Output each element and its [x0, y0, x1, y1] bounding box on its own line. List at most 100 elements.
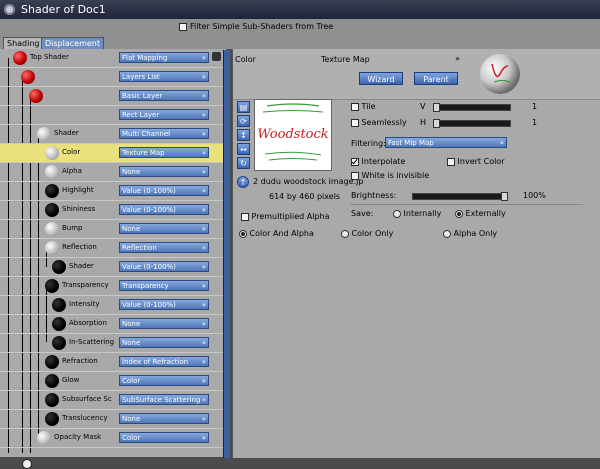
top-bar: Filter Simple Sub-Shaders from Tree Shad…: [0, 19, 600, 50]
filter-simple-subshaders[interactable]: Filter Simple Sub-Shaders from Tree: [179, 22, 333, 31]
shader-type-dropdown[interactable]: Value (0-100%)»: [119, 185, 209, 196]
tree-row-top-shader[interactable]: Top Shader Flat Mapping»: [0, 49, 226, 68]
window-menu-icon[interactable]: [4, 4, 15, 15]
reload-icon[interactable]: ⟳: [237, 115, 250, 127]
tree-row-highlight[interactable]: Highlight Value (0-100%)»: [0, 182, 226, 201]
tree-row-label: Bump: [62, 224, 83, 232]
premultiplied-alpha-checkbox[interactable]: [241, 212, 249, 221]
tree-row-reflection-shader[interactable]: Shader Value (0-100%)»: [0, 258, 226, 277]
color-and-alpha-radio[interactable]: [239, 229, 247, 238]
grid-icon[interactable]: [212, 52, 221, 61]
shader-type-dropdown[interactable]: Value (0-100%)»: [119, 299, 209, 310]
shader-type-dropdown[interactable]: Transparency»: [119, 280, 209, 291]
white-invisible-option[interactable]: White is invisible: [351, 171, 429, 180]
shader-type-dropdown[interactable]: Color»: [119, 375, 209, 386]
shader-type-dropdown[interactable]: None»: [119, 318, 209, 329]
tile-option[interactable]: Tile: [351, 102, 376, 111]
tree-row-refraction[interactable]: Refraction Index of Refraction»: [0, 353, 226, 372]
invert-color-checkbox[interactable]: [447, 157, 455, 166]
tree-row-intensity[interactable]: Intensity Value (0-100%)»: [0, 296, 226, 315]
h-slider[interactable]: [433, 119, 511, 128]
shader-ball-icon: [45, 412, 59, 426]
texture-preview[interactable]: Woodstock: [254, 99, 332, 171]
tree-row-reflection[interactable]: Reflection Reflection»: [0, 239, 226, 258]
tree-row-opacity-mask[interactable]: Opacity Mask Color»: [0, 429, 226, 448]
tree-row-subsurface[interactable]: Subsurface Sc SubSurface Scattering»: [0, 391, 226, 410]
tree-row-bump[interactable]: Bump None»: [0, 220, 226, 239]
bottom-bar: [0, 458, 600, 469]
rotate-icon[interactable]: ↻: [237, 157, 250, 169]
tree-row-transparency[interactable]: Transparency Transparency»: [0, 277, 226, 296]
seamlessly-option[interactable]: Seamlessly: [351, 118, 407, 127]
tile-checkbox[interactable]: [351, 102, 359, 111]
wizard-button[interactable]: Wizard: [359, 72, 403, 85]
tree-row-shader[interactable]: Shader Multi Channel»: [0, 125, 226, 144]
shader-type-dropdown[interactable]: Reflection»: [119, 242, 209, 253]
up-arrow-icon[interactable]: ↑: [237, 176, 249, 188]
save-internally-option[interactable]: Internally: [393, 209, 441, 218]
tree-row-label: Transparency: [62, 281, 109, 289]
shader-ball-icon: [37, 431, 51, 445]
shader-type-dropdown[interactable]: Value (0-100%)»: [119, 261, 209, 272]
brightness-slider[interactable]: [412, 192, 508, 201]
shader-type-dropdown[interactable]: Index of Refraction»: [119, 356, 209, 367]
shader-type-dropdown[interactable]: None»: [119, 337, 209, 348]
shader-type-dropdown[interactable]: Color»: [119, 432, 209, 443]
flip-vertical-icon[interactable]: ↕: [237, 129, 250, 141]
filter-checkbox[interactable]: [179, 22, 187, 31]
color-only-radio[interactable]: [341, 229, 349, 238]
premultiplied-alpha-option[interactable]: Premultiplied Alpha: [241, 212, 330, 221]
shader-ball-icon: [37, 127, 51, 141]
interpolate-option[interactable]: Interpolate: [351, 157, 405, 166]
shader-type-dropdown[interactable]: Basic Layer»: [119, 90, 209, 101]
interpolate-checkbox[interactable]: [351, 157, 359, 166]
shader-type-dropdown[interactable]: None»: [119, 223, 209, 234]
filtering-dropdown[interactable]: Fast Mip Map»: [385, 137, 507, 148]
internally-radio[interactable]: [393, 209, 401, 218]
tree-row-label: Shader: [54, 129, 79, 137]
alpha-only-option[interactable]: Alpha Only: [443, 229, 497, 238]
color-only-option[interactable]: Color Only: [341, 229, 393, 238]
open-folder-icon[interactable]: ▤: [237, 101, 250, 113]
brightness-value: 100%: [523, 191, 546, 200]
tree-row-layers-list[interactable]: Layers List»: [0, 68, 226, 87]
tree-row-rect-layer[interactable]: Rect Layer»: [0, 106, 226, 125]
shader-type-dropdown[interactable]: None»: [119, 166, 209, 177]
tree-row-label: Reflection: [62, 243, 97, 251]
v-slider[interactable]: [433, 103, 511, 112]
tree-scrollbar[interactable]: [223, 50, 230, 458]
tree-row-translucency[interactable]: Translucency None»: [0, 410, 226, 429]
shader-type-dropdown[interactable]: Value (0-100%)»: [119, 204, 209, 215]
texture-dimensions: 614 by 460 pixels: [269, 192, 341, 201]
invert-color-option[interactable]: Invert Color: [447, 157, 505, 166]
expand-icon[interactable]: »: [455, 54, 460, 63]
v-value: 1: [532, 102, 538, 111]
tree-row-color[interactable]: Color Texture Map»: [0, 144, 226, 163]
shader-type-dropdown[interactable]: None»: [119, 413, 209, 424]
tree-row-alpha[interactable]: Alpha None»: [0, 163, 226, 182]
color-and-alpha-option[interactable]: Color And Alpha: [239, 229, 314, 238]
shader-type-dropdown[interactable]: Flat Mapping»: [119, 52, 209, 63]
flip-horizontal-icon[interactable]: ↔: [237, 143, 250, 155]
tree-row-absorption[interactable]: Absorption None»: [0, 315, 226, 334]
white-invisible-checkbox[interactable]: [351, 171, 359, 180]
shader-type-dropdown[interactable]: Rect Layer»: [119, 109, 209, 120]
alpha-only-radio[interactable]: [443, 229, 451, 238]
tree-row-label: Absorption: [69, 319, 107, 327]
save-externally-option[interactable]: Externally: [455, 209, 506, 218]
shader-ball-icon: [45, 393, 59, 407]
filtering-label: Filtering:: [351, 139, 386, 148]
tree-row-glow[interactable]: Glow Color»: [0, 372, 226, 391]
shader-type-dropdown[interactable]: Texture Map»: [119, 147, 209, 158]
seamlessly-checkbox[interactable]: [351, 118, 359, 127]
parent-button[interactable]: Parent: [414, 72, 458, 85]
externally-radio[interactable]: [455, 209, 463, 218]
shader-type-dropdown[interactable]: SubSurface Scattering»: [119, 394, 209, 405]
shader-type-dropdown[interactable]: Multi Channel»: [119, 128, 209, 139]
tree-row-basic-layer[interactable]: Basic Layer»: [0, 87, 226, 106]
tree-row-shininess[interactable]: Shininess Value (0-100%)»: [0, 201, 226, 220]
shader-type-dropdown[interactable]: Layers List»: [119, 71, 209, 82]
shader-ball-icon: [45, 279, 59, 293]
tree-row-in-scattering[interactable]: In-Scattering None»: [0, 334, 226, 353]
save-label: Save:: [351, 209, 374, 218]
